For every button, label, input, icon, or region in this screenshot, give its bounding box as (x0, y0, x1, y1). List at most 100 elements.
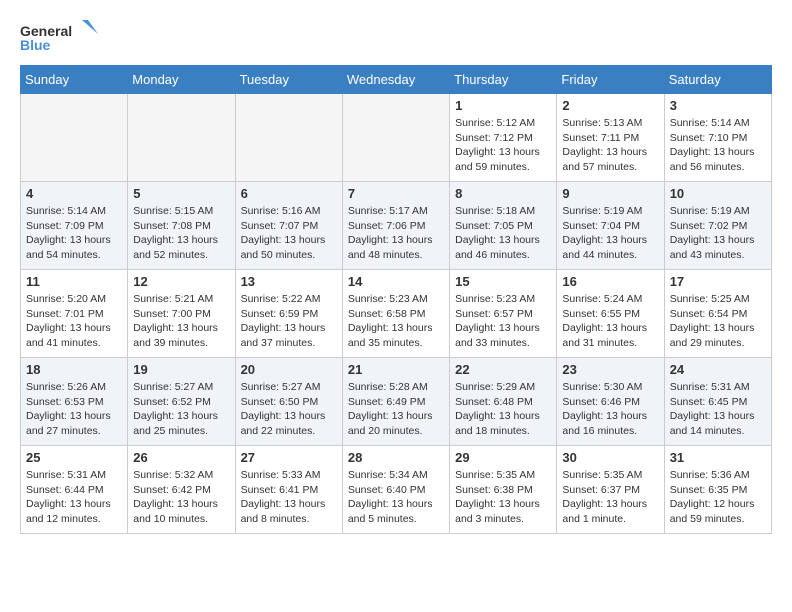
day-number: 10 (670, 186, 766, 201)
calendar-day-cell: 1 Sunrise: 5:12 AMSunset: 7:12 PMDaylight… (450, 94, 557, 182)
page-header: General Blue (20, 20, 772, 55)
calendar-table: SundayMondayTuesdayWednesdayThursdayFrid… (20, 65, 772, 534)
calendar-day-cell: 26 Sunrise: 5:32 AMSunset: 6:42 PMDayligh… (128, 446, 235, 534)
day-number: 6 (241, 186, 337, 201)
calendar-day-cell: 19 Sunrise: 5:27 AMSunset: 6:52 PMDayligh… (128, 358, 235, 446)
day-number: 30 (562, 450, 658, 465)
calendar-day-cell: 12Sunrise: 5:21 AMSunset: 7:00 PMDayligh… (128, 270, 235, 358)
day-info: Sunrise: 5:17 AMSunset: 7:06 PMDaylight:… (348, 204, 444, 263)
day-number: 16 (562, 274, 658, 289)
day-info: Sunrise: 5:16 AMSunset: 7:07 PMDaylight:… (241, 204, 337, 263)
weekday-header: Friday (557, 66, 664, 94)
calendar-week-row: 11 Sunrise: 5:20 AMSunset: 7:01 PMDayligh… (21, 270, 772, 358)
calendar-day-cell: 23 Sunrise: 5:30 AMSunset: 6:46 PMDayligh… (557, 358, 664, 446)
day-info: Sunrise: 5:35 AMSunset: 6:37 PMDaylight:… (562, 468, 658, 527)
calendar-week-row: 18 Sunrise: 5:26 AMSunset: 6:53 PMDayligh… (21, 358, 772, 446)
day-info: Sunrise: 5:14 AMSunset: 7:09 PMDaylight:… (26, 204, 122, 263)
calendar-day-cell: 18 Sunrise: 5:26 AMSunset: 6:53 PMDayligh… (21, 358, 128, 446)
day-number: 4 (26, 186, 122, 201)
calendar-day-cell: 2 Sunrise: 5:13 AMSunset: 7:11 PMDaylight… (557, 94, 664, 182)
calendar-day-cell (235, 94, 342, 182)
day-info: Sunrise: 5:29 AMSunset: 6:48 PMDaylight:… (455, 380, 551, 439)
calendar-day-cell: 16 Sunrise: 5:24 AMSunset: 6:55 PMDayligh… (557, 270, 664, 358)
day-number: 18 (26, 362, 122, 377)
calendar-day-cell: 4 Sunrise: 5:14 AMSunset: 7:09 PMDaylight… (21, 182, 128, 270)
day-info: Sunrise: 5:18 AMSunset: 7:05 PMDaylight:… (455, 204, 551, 263)
weekday-header: Monday (128, 66, 235, 94)
day-info: Sunrise: 5:27 AMSunset: 6:52 PMDaylight:… (133, 380, 229, 439)
calendar-day-cell: 22 Sunrise: 5:29 AMSunset: 6:48 PMDayligh… (450, 358, 557, 446)
day-number: 2 (562, 98, 658, 113)
calendar-day-cell: 24Sunrise: 5:31 AMSunset: 6:45 PMDayligh… (664, 358, 771, 446)
calendar-day-cell: 20 Sunrise: 5:27 AMSunset: 6:50 PMDayligh… (235, 358, 342, 446)
calendar-day-cell: 13 Sunrise: 5:22 AMSunset: 6:59 PMDayligh… (235, 270, 342, 358)
day-info: Sunrise: 5:12 AMSunset: 7:12 PMDaylight:… (455, 116, 551, 175)
day-number: 23 (562, 362, 658, 377)
day-number: 20 (241, 362, 337, 377)
day-info: Sunrise: 5:23 AMSunset: 6:58 PMDaylight:… (348, 292, 444, 351)
calendar-day-cell: 6 Sunrise: 5:16 AMSunset: 7:07 PMDaylight… (235, 182, 342, 270)
day-number: 14 (348, 274, 444, 289)
day-number: 27 (241, 450, 337, 465)
day-number: 7 (348, 186, 444, 201)
day-number: 31 (670, 450, 766, 465)
day-number: 11 (26, 274, 122, 289)
day-number: 25 (26, 450, 122, 465)
calendar-day-cell (21, 94, 128, 182)
day-number: 22 (455, 362, 551, 377)
day-number: 26 (133, 450, 229, 465)
day-number: 24 (670, 362, 766, 377)
day-info: Sunrise: 5:24 AMSunset: 6:55 PMDaylight:… (562, 292, 658, 351)
day-info: Sunrise: 5:33 AMSunset: 6:41 PMDaylight:… (241, 468, 337, 527)
svg-text:Blue: Blue (20, 37, 51, 53)
calendar-day-cell: 5 Sunrise: 5:15 AMSunset: 7:08 PMDaylight… (128, 182, 235, 270)
day-info: Sunrise: 5:31 AMSunset: 6:44 PMDaylight:… (26, 468, 122, 527)
day-info: Sunrise: 5:32 AMSunset: 6:42 PMDaylight:… (133, 468, 229, 527)
calendar-day-cell: 14 Sunrise: 5:23 AMSunset: 6:58 PMDayligh… (342, 270, 449, 358)
day-number: 15 (455, 274, 551, 289)
day-info: Sunrise: 5:22 AMSunset: 6:59 PMDaylight:… (241, 292, 337, 351)
calendar-day-cell: 27 Sunrise: 5:33 AMSunset: 6:41 PMDayligh… (235, 446, 342, 534)
calendar-week-row: 4 Sunrise: 5:14 AMSunset: 7:09 PMDaylight… (21, 182, 772, 270)
calendar-day-cell: 9 Sunrise: 5:19 AMSunset: 7:04 PMDaylight… (557, 182, 664, 270)
day-number: 1 (455, 98, 551, 113)
day-info: Sunrise: 5:20 AMSunset: 7:01 PMDaylight:… (26, 292, 122, 351)
day-info: Sunrise: 5:30 AMSunset: 6:46 PMDaylight:… (562, 380, 658, 439)
day-info: Sunrise: 5:15 AMSunset: 7:08 PMDaylight:… (133, 204, 229, 263)
calendar-day-cell: 31Sunrise: 5:36 AMSunset: 6:35 PMDayligh… (664, 446, 771, 534)
day-info: Sunrise: 5:35 AMSunset: 6:38 PMDaylight:… (455, 468, 551, 527)
calendar-day-cell: 17 Sunrise: 5:25 AMSunset: 6:54 PMDayligh… (664, 270, 771, 358)
day-number: 8 (455, 186, 551, 201)
calendar-day-cell: 15 Sunrise: 5:23 AMSunset: 6:57 PMDayligh… (450, 270, 557, 358)
calendar-day-cell: 8 Sunrise: 5:18 AMSunset: 7:05 PMDaylight… (450, 182, 557, 270)
weekday-header: Saturday (664, 66, 771, 94)
day-number: 5 (133, 186, 229, 201)
calendar-week-row: 25 Sunrise: 5:31 AMSunset: 6:44 PMDayligh… (21, 446, 772, 534)
weekday-header-row: SundayMondayTuesdayWednesdayThursdayFrid… (21, 66, 772, 94)
calendar-day-cell: 10 Sunrise: 5:19 AMSunset: 7:02 PMDayligh… (664, 182, 771, 270)
calendar-day-cell (128, 94, 235, 182)
day-number: 28 (348, 450, 444, 465)
day-info: Sunrise: 5:23 AMSunset: 6:57 PMDaylight:… (455, 292, 551, 351)
calendar-day-cell: 21Sunrise: 5:28 AMSunset: 6:49 PMDayligh… (342, 358, 449, 446)
calendar-day-cell: 11 Sunrise: 5:20 AMSunset: 7:01 PMDayligh… (21, 270, 128, 358)
day-info: Sunrise: 5:28 AMSunset: 6:49 PMDaylight:… (348, 380, 444, 439)
day-number: 17 (670, 274, 766, 289)
logo-icon: General Blue (20, 20, 100, 55)
calendar-day-cell: 29Sunrise: 5:35 AMSunset: 6:38 PMDayligh… (450, 446, 557, 534)
day-info: Sunrise: 5:26 AMSunset: 6:53 PMDaylight:… (26, 380, 122, 439)
weekday-header: Wednesday (342, 66, 449, 94)
day-number: 19 (133, 362, 229, 377)
day-info: Sunrise: 5:34 AMSunset: 6:40 PMDaylight:… (348, 468, 444, 527)
day-info: Sunrise: 5:13 AMSunset: 7:11 PMDaylight:… (562, 116, 658, 175)
day-info: Sunrise: 5:21 AMSunset: 7:00 PMDaylight:… (133, 292, 229, 351)
day-info: Sunrise: 5:19 AMSunset: 7:04 PMDaylight:… (562, 204, 658, 263)
day-number: 13 (241, 274, 337, 289)
day-info: Sunrise: 5:19 AMSunset: 7:02 PMDaylight:… (670, 204, 766, 263)
day-number: 3 (670, 98, 766, 113)
day-number: 9 (562, 186, 658, 201)
logo: General Blue (20, 20, 100, 55)
calendar-day-cell: 3Sunrise: 5:14 AMSunset: 7:10 PMDaylight… (664, 94, 771, 182)
day-info: Sunrise: 5:25 AMSunset: 6:54 PMDaylight:… (670, 292, 766, 351)
day-info: Sunrise: 5:27 AMSunset: 6:50 PMDaylight:… (241, 380, 337, 439)
